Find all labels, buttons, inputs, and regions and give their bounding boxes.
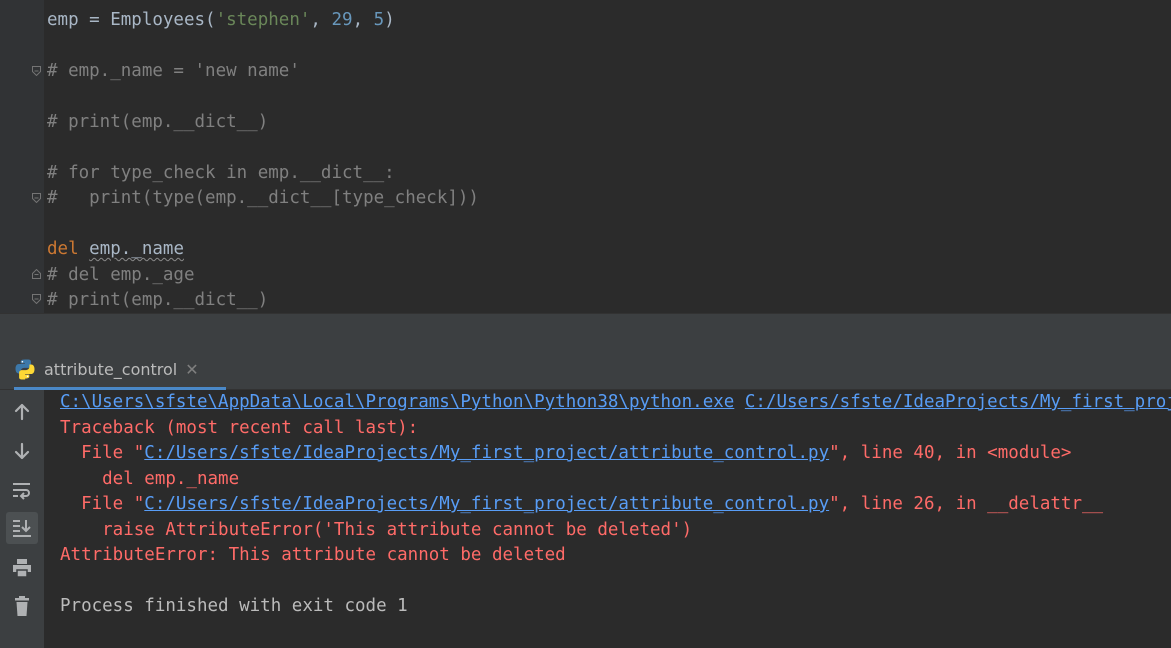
code-line[interactable]: del emp._name [47, 237, 184, 262]
scroll-to-end-button[interactable] [6, 512, 38, 544]
code-line[interactable]: # emp._name = 'new name' [47, 59, 300, 84]
traceback-code: del emp._name [60, 469, 240, 489]
code-token-comment: # del emp._age [47, 265, 195, 285]
fold-start-icon[interactable] [32, 269, 41, 279]
scroll-down-button[interactable] [6, 435, 38, 467]
run-toolbar [0, 390, 44, 648]
code-editor[interactable]: emp = Employees('stephen', 29, 5) # emp.… [0, 0, 1171, 313]
code-token-keyword: del [47, 239, 79, 259]
code-token-number: 29 [331, 10, 353, 30]
python-exe-link[interactable]: C:\Users\sfste\AppData\Local\Programs\Py… [60, 392, 734, 412]
fold-end-icon[interactable] [32, 193, 41, 203]
run-tab[interactable]: attribute_control ✕ [14, 349, 226, 389]
code-token-number: 5 [373, 10, 385, 30]
script-path-link[interactable]: C:/Users/sfste/IdeaProjects/My_first_pro… [745, 392, 1171, 412]
code-line[interactable]: # del emp._age [47, 263, 195, 288]
soft-wrap-icon [13, 483, 30, 500]
scroll-up-icon [14, 403, 30, 421]
code-token-plain: emp = Employees( [47, 10, 216, 30]
code-token-string: 'stephen' [215, 10, 311, 30]
error-message: AttributeError: This attribute cannot be… [60, 545, 566, 565]
run-tab-label: attribute_control [44, 359, 178, 379]
editor-gutter [0, 0, 44, 313]
fold-end-icon[interactable] [32, 66, 41, 76]
code-token-comment: # print(type(emp.__dict__[type_check])) [47, 188, 479, 208]
run-tool-window-header: attribute_control ✕ [0, 349, 1171, 390]
code-token-comment: # print(emp.__dict__) [47, 112, 269, 132]
code-token-plain: , [310, 10, 332, 30]
scroll-up-button[interactable] [6, 396, 38, 428]
print-button[interactable] [6, 552, 38, 584]
scroll-to-end-icon [13, 520, 31, 537]
traceback-file-link[interactable]: C:/Users/sfste/IdeaProjects/My_first_pro… [144, 443, 829, 463]
soft-wrap-button[interactable] [6, 474, 38, 506]
code-token-squiggle: emp._name [89, 239, 184, 259]
traceback-header: Traceback (most recent call last): [60, 418, 419, 438]
clear-button[interactable] [6, 590, 38, 622]
code-token-comment: # emp._name = 'new name' [47, 61, 300, 81]
code-token-comment: # for type_check in emp.__dict__: [47, 163, 395, 183]
code-line[interactable]: # print(type(emp.__dict__[type_check])) [47, 186, 479, 211]
code-line[interactable]: # for type_check in emp.__dict__: [47, 161, 395, 186]
code-line[interactable]: emp = Employees('stephen', 29, 5) [47, 8, 395, 33]
code-token-comment: # print(emp.__dict__) [47, 290, 269, 310]
exit-status: Process finished with exit code 1 [60, 596, 408, 616]
traceback-file-link[interactable]: C:/Users/sfste/IdeaProjects/My_first_pro… [144, 494, 829, 514]
console-command-line: C:\Users\sfste\AppData\Local\Programs\Py… [60, 390, 1171, 415]
code-line[interactable]: # print(emp.__dict__) [47, 288, 268, 313]
panel-splitter[interactable] [0, 313, 1171, 350]
python-icon [14, 358, 36, 380]
code-token-plain: , [352, 10, 374, 30]
scroll-down-icon [14, 442, 30, 460]
traceback-frame: File "C:/Users/sfste/IdeaProjects/My_fir… [60, 494, 1104, 514]
code-line[interactable]: # print(emp.__dict__) [47, 110, 268, 135]
trash-icon [15, 596, 29, 616]
print-icon [13, 559, 31, 578]
code-token-plain: ) [384, 10, 395, 30]
close-icon[interactable]: ✕ [185, 360, 198, 379]
traceback-frame: File "C:/Users/sfste/IdeaProjects/My_fir… [60, 443, 1072, 463]
fold-end-icon[interactable] [32, 294, 41, 304]
traceback-code: raise AttributeError('This attribute can… [60, 520, 693, 540]
console-output[interactable]: C:\Users\sfste\AppData\Local\Programs\Py… [44, 390, 1171, 648]
